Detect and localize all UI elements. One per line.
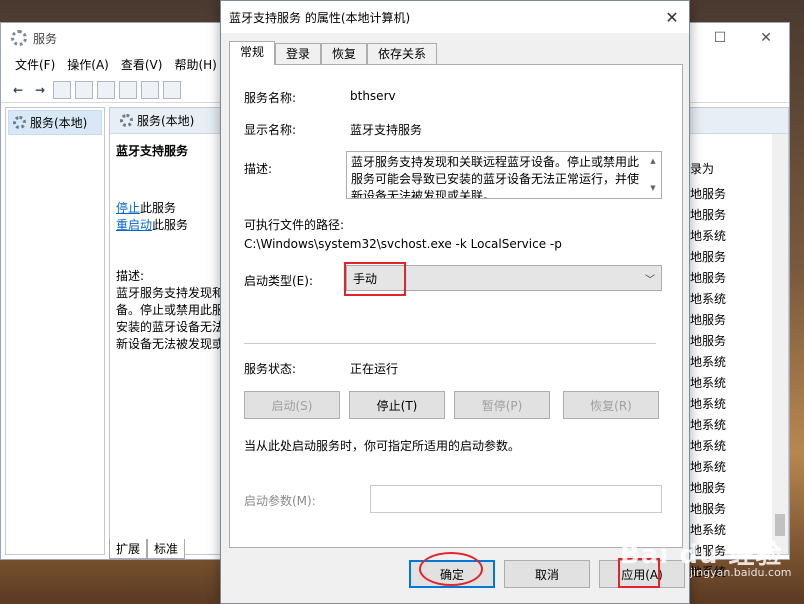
properties-icon[interactable] bbox=[75, 80, 93, 99]
list-item[interactable]: 地系统 bbox=[690, 352, 772, 373]
service-description: 描述: 蓝牙服务支持发现和 备。停止或禁用此服 安装的蓝牙设备无法 新设备无法被发… bbox=[116, 268, 226, 353]
gear-icon bbox=[11, 30, 27, 46]
menu-file[interactable]: 文件(F) bbox=[9, 56, 61, 73]
dialog-title: 蓝牙支持服务 的属性(本地计算机) bbox=[229, 10, 411, 25]
scroll-down-icon[interactable]: ▼ bbox=[650, 180, 655, 197]
stop-service-link[interactable]: 停止 bbox=[116, 201, 140, 215]
stop-button[interactable]: 停止(T) bbox=[349, 391, 445, 419]
display-name-label: 显示名称: bbox=[244, 123, 297, 137]
list-item[interactable]: 地服务 bbox=[690, 184, 772, 205]
restart-link-suffix: 此服务 bbox=[152, 218, 189, 232]
back-arrow-icon[interactable]: ← bbox=[9, 81, 27, 99]
description-text: 蓝牙服务支持发现和关联远程蓝牙设备。停止或禁用此服务可能会导致已安装的蓝牙设备无… bbox=[351, 155, 640, 199]
menu-action[interactable]: 操作(A) bbox=[61, 56, 115, 73]
description-label: 描述: bbox=[244, 162, 273, 176]
scrollbar-thumb[interactable] bbox=[775, 514, 785, 536]
close-button[interactable]: ✕ bbox=[743, 23, 789, 53]
description-textbox[interactable]: 蓝牙服务支持发现和关联远程蓝牙设备。停止或禁用此服务可能会导致已安装的蓝牙设备无… bbox=[346, 151, 662, 199]
services-list: 地服务 地服务 地系统 地服务 地服务 地系统 地服务 地服务 地系统 地系统 … bbox=[690, 184, 772, 583]
view-icon[interactable] bbox=[163, 80, 181, 99]
tab-recovery[interactable]: 恢复 bbox=[321, 43, 368, 65]
list-item[interactable]: 地系统 bbox=[690, 373, 772, 394]
list-item[interactable]: 地服务 bbox=[690, 499, 772, 520]
list-item[interactable]: 地服务 bbox=[690, 247, 772, 268]
list-item[interactable]: 地系统 bbox=[690, 289, 772, 310]
gear-icon bbox=[120, 114, 133, 127]
refresh-icon[interactable] bbox=[97, 80, 115, 99]
watermark-url: jingyan.baidu.com bbox=[690, 566, 792, 579]
tree-item-services-local[interactable]: 服务(本地) bbox=[8, 110, 102, 135]
list-item[interactable]: 地系统 bbox=[690, 226, 772, 247]
exe-path-value: C:\Windows\system32\svchost.exe -k Local… bbox=[244, 237, 562, 251]
selected-service-name: 蓝牙支持服务 bbox=[116, 144, 189, 158]
start-params-hint: 当从此处启动服务时，你可指定所适用的启动参数。 bbox=[244, 439, 521, 453]
tab-logon[interactable]: 登录 bbox=[275, 43, 322, 65]
list-item[interactable]: 地服务 bbox=[690, 331, 772, 352]
tab-standard[interactable]: 标准 bbox=[147, 539, 186, 559]
chevron-down-icon: ﹀ bbox=[645, 275, 655, 286]
restart-service-link[interactable]: 重启动 bbox=[116, 218, 152, 232]
list-item[interactable]: 地系统 bbox=[690, 394, 772, 415]
description-scrollbar[interactable]: ▲ ▼ bbox=[646, 153, 660, 197]
display-name-value: 蓝牙支持服务 bbox=[350, 123, 423, 137]
menu-view[interactable]: 查看(V) bbox=[115, 56, 169, 73]
forward-arrow-icon[interactable]: → bbox=[31, 81, 49, 99]
pause-button[interactable]: 暂停(P) bbox=[454, 391, 550, 419]
list-item[interactable]: 地服务 bbox=[690, 268, 772, 289]
service-name-label: 服务名称: bbox=[244, 91, 297, 105]
start-params-label: 启动参数(M): bbox=[244, 494, 316, 508]
list-item[interactable]: 地系统 bbox=[690, 457, 772, 478]
help-icon[interactable] bbox=[141, 80, 159, 99]
gear-icon bbox=[13, 116, 26, 129]
resume-button[interactable]: 恢复(R) bbox=[563, 391, 659, 419]
dialog-tabs: 常规 登录 恢复 依存关系 bbox=[229, 41, 438, 65]
general-tab-panel: 服务名称: bthserv 显示名称: 蓝牙支持服务 描述: 蓝牙服务支持发现和… bbox=[229, 64, 683, 548]
service-name-value: bthserv bbox=[350, 89, 396, 103]
view-tabs: 扩展 标准 bbox=[109, 539, 186, 559]
tab-general[interactable]: 常规 bbox=[229, 41, 276, 65]
maximize-button[interactable]: ☐ bbox=[697, 23, 743, 53]
annotation-highlight-box bbox=[344, 262, 406, 296]
list-item[interactable]: 地服务 bbox=[690, 478, 772, 499]
close-icon[interactable]: ✕ bbox=[655, 1, 689, 33]
service-action-links: 停止此服务 重启动此服务 bbox=[116, 200, 188, 234]
cancel-button[interactable]: 取消 bbox=[504, 560, 590, 588]
start-params-input[interactable] bbox=[370, 485, 662, 513]
exe-path-label: 可执行文件的路径: bbox=[244, 218, 345, 232]
properties-dialog: 蓝牙支持服务 的属性(本地计算机) ✕ 常规 登录 恢复 依存关系 服务名称: … bbox=[220, 0, 690, 604]
description-text: 蓝牙服务支持发现和 备。停止或禁用此服 安装的蓝牙设备无法 新设备无法被发现或 bbox=[116, 286, 225, 351]
stop-link-suffix: 此服务 bbox=[140, 201, 177, 215]
console-tree: 服务(本地) bbox=[5, 107, 105, 555]
dialog-titlebar: 蓝牙支持服务 的属性(本地计算机) ✕ bbox=[221, 1, 689, 33]
vertical-scrollbar[interactable] bbox=[772, 134, 788, 554]
startup-type-label: 启动类型(E): bbox=[244, 274, 313, 288]
scroll-up-icon[interactable]: ▲ bbox=[650, 153, 655, 170]
tree-item-label: 服务(本地) bbox=[30, 116, 88, 130]
description-label: 描述: bbox=[116, 269, 145, 283]
menu-help[interactable]: 帮助(H) bbox=[168, 56, 222, 73]
detail-header-label: 服务(本地) bbox=[137, 114, 195, 128]
list-item[interactable]: 地系统 bbox=[690, 415, 772, 436]
list-item[interactable]: 地系统 bbox=[690, 436, 772, 457]
list-item[interactable]: 地服务 bbox=[690, 310, 772, 331]
console-tree-icon[interactable] bbox=[53, 80, 71, 99]
divider bbox=[244, 343, 656, 344]
tab-dependencies[interactable]: 依存关系 bbox=[367, 43, 438, 65]
service-status-label: 服务状态: bbox=[244, 362, 297, 376]
list-column-header[interactable]: 录为 bbox=[690, 160, 714, 177]
services-title: 服务 bbox=[33, 31, 58, 46]
annotation-ellipse bbox=[419, 552, 483, 586]
start-button[interactable]: 启动(S) bbox=[244, 391, 340, 419]
list-item[interactable]: 地服务 bbox=[690, 205, 772, 226]
tab-extended[interactable]: 扩展 bbox=[109, 539, 148, 559]
service-status-value: 正在运行 bbox=[350, 362, 399, 376]
export-icon[interactable] bbox=[119, 80, 137, 99]
